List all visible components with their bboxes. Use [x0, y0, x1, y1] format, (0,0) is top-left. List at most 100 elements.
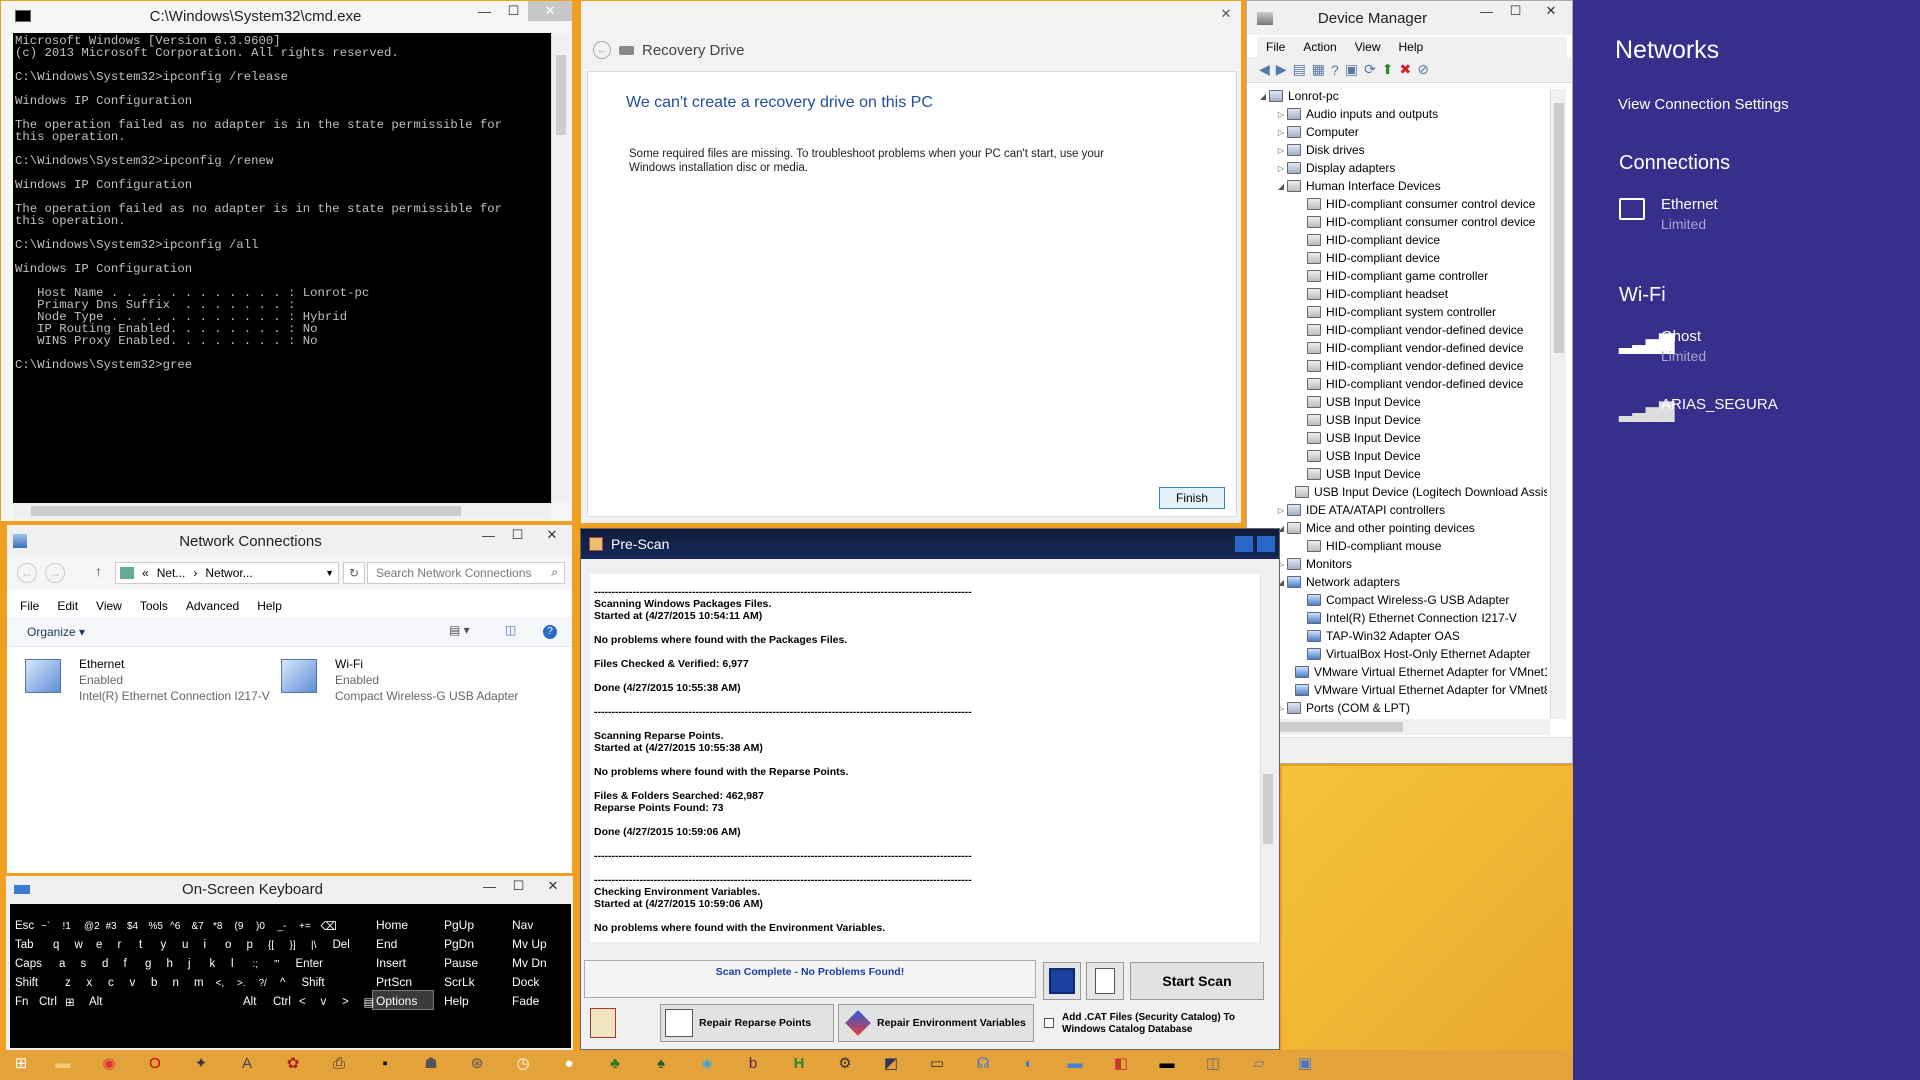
- tree-item[interactable]: ◢ Human Interface Devices: [1257, 177, 1547, 195]
- key[interactable]: v: [318, 992, 336, 1012]
- tree-item[interactable]: HID-compliant consumer control device: [1257, 195, 1547, 213]
- maximize-button[interactable]: ☐: [503, 525, 532, 545]
- menu-edit[interactable]: Edit: [48, 599, 87, 613]
- tree-item[interactable]: USB Input Device: [1257, 429, 1547, 447]
- maximize-button[interactable]: ☐: [499, 1, 528, 21]
- key[interactable]: :;: [250, 954, 268, 974]
- tree-item[interactable]: HID-compliant consumer control device: [1257, 213, 1547, 231]
- app-icon[interactable]: ▬: [1064, 1052, 1086, 1074]
- change-view-icon[interactable]: ▤ ▾: [449, 623, 470, 637]
- nav-key[interactable]: Home: [376, 918, 408, 932]
- key[interactable]: ^: [277, 973, 295, 993]
- key[interactable]: Tab: [12, 935, 46, 955]
- tree-item[interactable]: ▷ Computer: [1257, 123, 1547, 141]
- key[interactable]: Shift: [12, 973, 58, 993]
- key[interactable]: +=: [296, 916, 314, 936]
- opera-icon[interactable]: O: [144, 1052, 166, 1074]
- key[interactable]: Esc: [12, 916, 34, 936]
- menu-help[interactable]: Help: [248, 599, 291, 613]
- clipboard-icon[interactable]: [590, 1008, 616, 1038]
- collapsed-arrow-icon[interactable]: ▷: [1275, 164, 1287, 173]
- adapter-ethernet[interactable]: Ethernet Enabled Intel(R) Ethernet Conne…: [21, 653, 271, 703]
- nav-key[interactable]: PgDn: [444, 937, 474, 951]
- app-icon[interactable]: ●: [558, 1052, 580, 1074]
- key[interactable]: Shift: [299, 973, 345, 993]
- tree-item[interactable]: VirtualBox Host-Only Ethernet Adapter: [1257, 645, 1547, 663]
- view-hidden-icon[interactable]: ▣: [1345, 61, 1358, 78]
- key[interactable]: $4: [124, 916, 142, 936]
- close-button[interactable]: ✕: [533, 876, 573, 896]
- app-icon[interactable]: ⊛: [466, 1052, 488, 1074]
- key[interactable]: u: [179, 935, 197, 955]
- add-cat-files-checkbox[interactable]: [1044, 1018, 1054, 1028]
- app-icon[interactable]: ✿: [282, 1052, 304, 1074]
- minimize-button[interactable]: —: [474, 525, 503, 545]
- menu-action[interactable]: Action: [1294, 40, 1345, 54]
- close-button[interactable]: ✕: [1211, 4, 1241, 24]
- key[interactable]: )0: [253, 916, 271, 936]
- menu-view[interactable]: View: [1346, 40, 1390, 54]
- breadcrumb-1[interactable]: Net...: [157, 566, 186, 580]
- tree-item[interactable]: VMware Virtual Ethernet Adapter for VMne…: [1257, 663, 1547, 681]
- key[interactable]: ?/: [256, 973, 274, 993]
- scan-log-vscrollbar[interactable]: [1260, 574, 1274, 946]
- nav-key[interactable]: Mv Up: [512, 937, 547, 951]
- help-icon[interactable]: ?: [1331, 62, 1339, 78]
- app-icon[interactable]: ▭: [926, 1052, 948, 1074]
- tree-item[interactable]: HID-compliant vendor-defined device: [1257, 321, 1547, 339]
- update-driver-icon[interactable]: ⬆: [1382, 61, 1394, 78]
- preview-pane-icon[interactable]: ◫: [505, 623, 516, 637]
- nav-key[interactable]: Options: [376, 994, 417, 1008]
- expanded-arrow-icon[interactable]: ◢: [1275, 182, 1287, 191]
- tree-item[interactable]: HID-compliant mouse: [1257, 537, 1547, 555]
- tree-item[interactable]: HID-compliant system controller: [1257, 303, 1547, 321]
- key[interactable]: Ctrl: [270, 992, 292, 1012]
- tree-item[interactable]: ▷ Monitors: [1257, 555, 1547, 573]
- key[interactable]: g: [142, 954, 160, 974]
- app-icon[interactable]: A: [236, 1052, 258, 1074]
- chrome-icon[interactable]: ◉: [98, 1052, 120, 1074]
- minimize-button[interactable]: —: [475, 876, 504, 896]
- key[interactable]: _-: [275, 916, 293, 936]
- key[interactable]: !1: [60, 916, 78, 936]
- key[interactable]: (9: [232, 916, 250, 936]
- tree-item[interactable]: HID-compliant vendor-defined device: [1257, 375, 1547, 393]
- app-icon[interactable]: ✦: [190, 1052, 212, 1074]
- key[interactable]: <: [296, 992, 314, 1012]
- collapsed-arrow-icon[interactable]: ▷: [1275, 110, 1287, 119]
- menu-view[interactable]: View: [87, 599, 131, 613]
- app-icon[interactable]: H: [788, 1052, 810, 1074]
- key[interactable]: l: [228, 954, 246, 974]
- app-icon[interactable]: ◫: [1202, 1052, 1224, 1074]
- key[interactable]: b: [148, 973, 166, 993]
- copy-log-button[interactable]: [1086, 962, 1124, 1000]
- search-icon[interactable]: ⌕: [551, 565, 558, 580]
- tree-item[interactable]: ▷ Ports (COM & LPT): [1257, 699, 1547, 717]
- file-explorer-icon[interactable]: ▬: [52, 1052, 74, 1074]
- app-icon[interactable]: ▣: [1294, 1052, 1316, 1074]
- uninstall-icon[interactable]: ✖: [1400, 61, 1412, 78]
- key[interactable]: f: [121, 954, 139, 974]
- view-icon[interactable]: ▤: [1293, 61, 1306, 78]
- nav-key[interactable]: Dock: [512, 975, 539, 989]
- app-icon[interactable]: ▱: [1248, 1052, 1270, 1074]
- key[interactable]: p: [244, 935, 262, 955]
- nav-key[interactable]: Help: [444, 994, 469, 1008]
- forward-icon[interactable]: ▶: [1276, 61, 1287, 78]
- nav-key[interactable]: Pause: [444, 956, 478, 970]
- key[interactable]: h: [164, 954, 182, 974]
- close-button[interactable]: ✕: [1530, 1, 1572, 21]
- nav-key[interactable]: ScrLk: [444, 975, 475, 989]
- cmd-taskbar-icon[interactable]: ▬: [1156, 1052, 1178, 1074]
- key[interactable]: >: [339, 992, 357, 1012]
- maximize-button[interactable]: ☐: [504, 876, 533, 896]
- key[interactable]: d: [99, 954, 117, 974]
- key[interactable]: v: [127, 973, 145, 993]
- nav-key[interactable]: PrtScn: [376, 975, 412, 989]
- minimize-button[interactable]: [1235, 536, 1253, 552]
- tree-item[interactable]: ▷ IDE ATA/ATAPI controllers: [1257, 501, 1547, 519]
- key[interactable]: <,: [213, 973, 231, 993]
- key[interactable]: x: [84, 973, 102, 993]
- nav-key[interactable]: Fade: [512, 994, 539, 1008]
- nav-key[interactable]: PgUp: [444, 918, 474, 932]
